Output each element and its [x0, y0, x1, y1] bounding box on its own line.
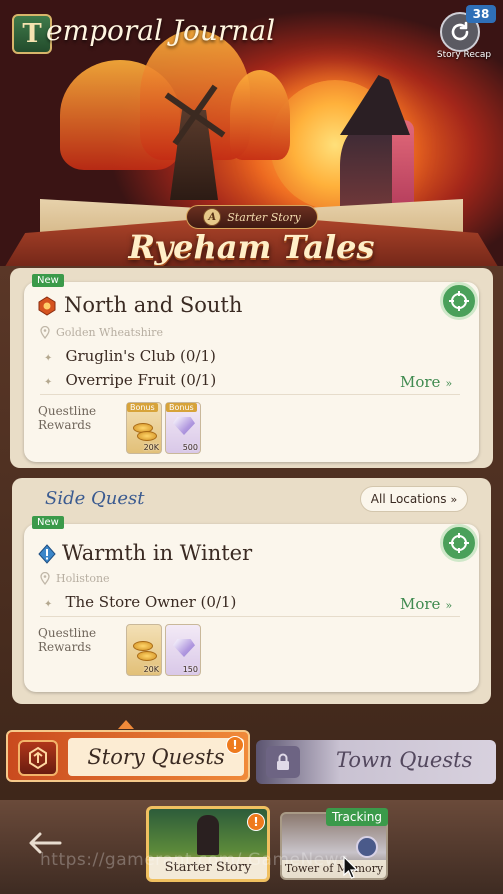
tower-emblem-icon — [356, 836, 378, 858]
objective-label: The Store Owner (0/1) — [65, 593, 237, 611]
objective-item: ✦ Overripe Fruit (0/1) — [44, 370, 216, 389]
reward-amount: 20K — [143, 443, 159, 452]
reward-gold-coins[interactable]: 20K — [126, 624, 162, 676]
alert-badge: ! — [226, 736, 244, 754]
reward-gem[interactable]: 150 — [165, 624, 201, 676]
more-label: More — [400, 373, 441, 391]
chevron-double-down-icon: » — [445, 599, 453, 612]
bonus-tag: Bonus — [127, 403, 158, 412]
story-title: Ryeham Tales — [128, 228, 375, 266]
new-tag: New — [32, 516, 64, 529]
starter-story-thumbnail[interactable]: Starter Story ! — [146, 806, 270, 882]
bullet-icon: ✦ — [44, 599, 53, 610]
objective-label: Overripe Fruit (0/1) — [65, 371, 217, 389]
track-quest-button[interactable] — [440, 282, 478, 320]
mouse-cursor-icon — [343, 856, 359, 879]
reward-amount: 20K — [143, 665, 159, 674]
rewards-label: Questline Rewards — [38, 404, 97, 432]
alert-badge: ! — [247, 813, 265, 831]
flame-art — [230, 70, 290, 160]
track-quest-button[interactable] — [440, 524, 478, 562]
rewards-label: Questline Rewards — [38, 626, 97, 654]
crosshair-icon — [449, 533, 469, 553]
bullet-icon: ✦ — [44, 377, 53, 388]
new-tag: New — [32, 274, 64, 287]
quest-location: Holistone — [56, 572, 110, 585]
objective-item: ✦ Gruglin's Club (0/1) — [44, 346, 216, 365]
character-silhouette-art — [197, 815, 219, 855]
lock-icon — [266, 746, 300, 778]
filter-label: All Locations — [370, 492, 447, 506]
reward-gem[interactable]: Bonus 500 — [165, 402, 201, 454]
gold-coin-icon — [137, 651, 157, 661]
quest-title: North and South — [64, 293, 243, 317]
gem-icon — [173, 639, 195, 657]
chevron-double-down-icon: » — [445, 377, 453, 390]
location-filter-dropdown[interactable]: All Locations » — [360, 486, 468, 512]
recap-arrow-icon — [451, 21, 469, 41]
location-pin-icon — [40, 572, 50, 585]
ribbon-label: Starter Story — [227, 210, 301, 224]
location-pin-icon — [40, 326, 50, 339]
quest-title: Warmth in Winter — [62, 541, 253, 565]
divider — [40, 616, 460, 617]
main-quest-card[interactable]: New North and South Golden Wheatshire ✦ … — [24, 274, 479, 462]
crosshair-icon — [449, 291, 469, 311]
bullet-icon: ✦ — [44, 353, 53, 364]
bonus-tag: Bonus — [166, 403, 197, 412]
gold-coin-icon — [133, 641, 153, 651]
chevron-double-down-icon: » — [450, 492, 458, 506]
tab-story-label: Story Quests — [68, 738, 244, 776]
reward-gold-coins[interactable]: Bonus 20K — [126, 402, 162, 454]
more-button[interactable]: More » — [400, 594, 452, 613]
side-quest-heading: Side Quest — [45, 488, 145, 509]
tracking-tag: Tracking — [326, 808, 388, 826]
tab-town-quests[interactable]: Town Quests — [256, 740, 496, 784]
more-button[interactable]: More » — [400, 372, 452, 391]
quest-location: Golden Wheatshire — [56, 326, 163, 339]
active-tab-pointer — [118, 720, 134, 729]
gem-icon — [173, 417, 195, 435]
seal-icon: A — [203, 208, 222, 226]
watermark-text: https://gamerant.com/ GameNews — [40, 850, 349, 870]
reward-amount: 150 — [182, 665, 198, 674]
side-quest-card[interactable]: New Warmth in Winter Holistone ✦ The Sto… — [24, 516, 479, 692]
more-label: More — [400, 595, 441, 613]
tab-town-label: Town Quests — [336, 748, 473, 772]
recap-label: Story Recap — [436, 50, 492, 60]
divider — [40, 394, 460, 395]
story-emblem-icon — [18, 740, 58, 776]
objective-label: Gruglin's Club (0/1) — [65, 347, 216, 365]
recap-count-badge: 38 — [466, 5, 496, 23]
tab-story-quests[interactable]: Story Quests ! — [6, 730, 250, 782]
main-quest-icon — [38, 296, 56, 316]
page-title: emporal Journal — [46, 14, 276, 47]
gold-coin-icon — [137, 431, 157, 441]
side-quest-icon — [38, 544, 56, 564]
objective-item: ✦ The Store Owner (0/1) — [44, 592, 236, 611]
reward-amount: 500 — [182, 443, 198, 452]
starter-story-ribbon: A Starter Story — [186, 205, 318, 229]
